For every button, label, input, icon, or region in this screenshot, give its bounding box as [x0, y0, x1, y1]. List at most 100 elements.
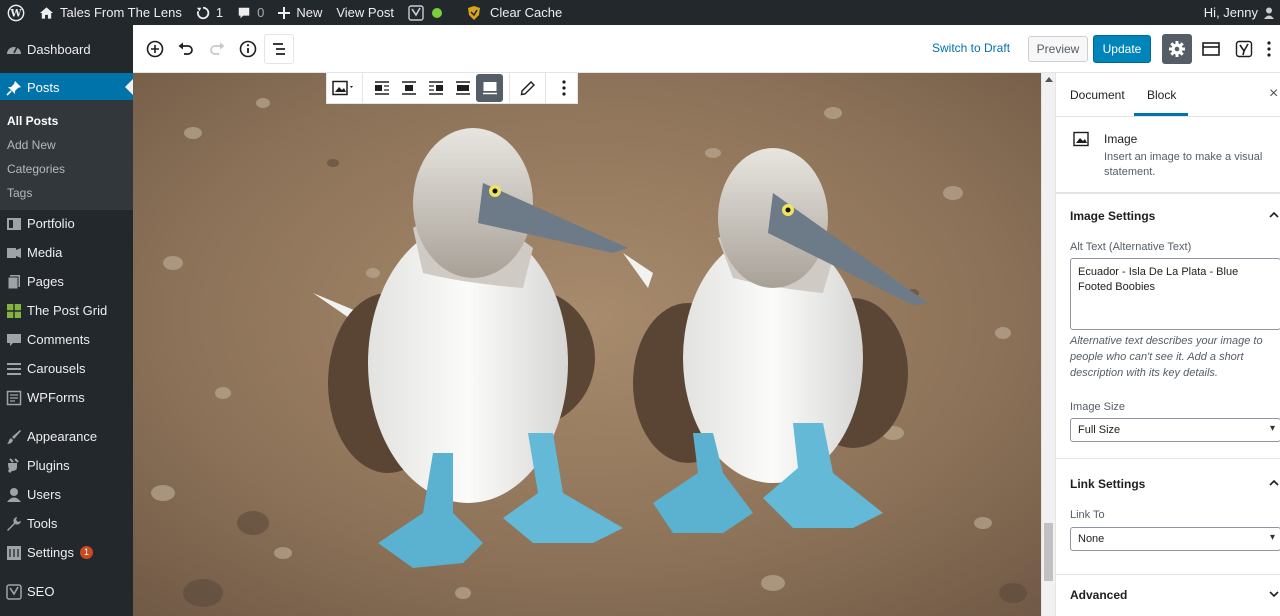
undo-icon	[178, 42, 193, 55]
svg-text:W: W	[9, 8, 22, 19]
block-card-description: Insert an image to make a visual stateme…	[1104, 151, 1263, 178]
align-right-button[interactable]	[422, 74, 449, 102]
content-info-button[interactable]	[234, 35, 262, 63]
align-center-icon	[401, 81, 416, 95]
link-to-label: Link To	[1070, 509, 1105, 521]
scroll-thumb[interactable]	[1044, 523, 1053, 581]
align-center-button[interactable]	[396, 74, 423, 102]
tab-block[interactable]: Block	[1147, 88, 1176, 102]
yoast-seo-button[interactable]	[1230, 35, 1258, 63]
wrench-icon	[5, 515, 23, 533]
link-settings-toggle[interactable]: Link Settings	[1070, 477, 1145, 491]
sidebar-item-wpforms[interactable]: WPForms	[0, 383, 133, 412]
home-icon	[39, 6, 54, 19]
carousel-icon	[5, 360, 23, 378]
sidebar-item-seo[interactable]: SEO	[0, 577, 133, 606]
sidebar-item-tools[interactable]: Tools	[0, 509, 133, 538]
more-tools-button[interactable]	[1260, 35, 1278, 63]
image-block[interactable]	[133, 73, 1041, 616]
undo-button[interactable]	[172, 35, 200, 63]
sidebar-item-comments[interactable]: Comments	[0, 325, 133, 354]
info-icon	[239, 40, 257, 58]
wide-width-button[interactable]	[449, 74, 476, 102]
switch-to-draft-button[interactable]: Switch to Draft	[932, 41, 1010, 55]
image-size-select[interactable]: Full Size	[1070, 418, 1280, 442]
link-to-select[interactable]: None	[1070, 527, 1280, 551]
scroll-up-arrow-icon[interactable]	[1045, 77, 1053, 82]
sidebar-item-plugins[interactable]: Plugins	[0, 451, 133, 480]
image-size-label: Image Size	[1070, 401, 1126, 413]
view-post-link[interactable]: View Post	[329, 0, 401, 25]
new-content-link[interactable]: New	[271, 0, 329, 25]
outline-list-icon	[273, 43, 285, 55]
more-options-button[interactable]	[550, 74, 577, 102]
sidebar-item-settings[interactable]: Settings 1	[0, 538, 133, 567]
media-icon	[5, 244, 23, 262]
add-block-button[interactable]	[141, 35, 169, 63]
alt-text-help: Alternative text describes your image to…	[1070, 335, 1263, 379]
comments-link[interactable]: 0	[230, 0, 271, 25]
sidebar-label-comments: Comments	[27, 332, 90, 347]
sidebar-item-dashboard[interactable]: Dashboard	[0, 35, 133, 64]
advanced-panel: Advanced	[1056, 575, 1280, 616]
sidebar-label-wpforms: WPForms	[27, 390, 85, 405]
sidebar-item-posts[interactable]: Posts	[0, 73, 133, 102]
submenu-all-posts[interactable]: All Posts	[7, 114, 58, 128]
block-card: Image Insert an image to make a visual s…	[1056, 117, 1280, 193]
my-account-link[interactable]: Hi, Jenny	[1197, 0, 1276, 25]
chevron-up-icon[interactable]	[1269, 478, 1279, 488]
sidebar-item-portfolio[interactable]: Portfolio	[0, 209, 133, 238]
alt-text-input[interactable]: Ecuador - Isla De La Plata - Blue Footed…	[1070, 258, 1280, 330]
submenu-categories[interactable]: Categories	[7, 162, 65, 176]
submenu-add-new[interactable]: Add New	[7, 138, 56, 152]
update-button[interactable]: Update	[1093, 35, 1151, 63]
editor-header-toolbar: Switch to Draft Preview Update	[133, 25, 1280, 73]
sidebar-item-pages[interactable]: Pages	[0, 267, 133, 296]
image-settings-toggle[interactable]: Image Settings	[1070, 209, 1155, 223]
clear-cache-link[interactable]: Clear Cache	[449, 0, 569, 25]
tab-document[interactable]: Document	[1070, 88, 1125, 102]
sidebar-item-media[interactable]: Media	[0, 238, 133, 267]
settings-toggle-button[interactable]	[1162, 34, 1192, 64]
updates-link[interactable]: 1	[189, 0, 230, 25]
chevron-up-icon[interactable]	[1269, 210, 1279, 220]
pages-icon	[5, 273, 23, 291]
yoast-seo-icon	[5, 583, 23, 601]
block-navigation-button[interactable]	[264, 34, 294, 64]
full-width-button[interactable]	[476, 74, 504, 102]
sidebar-tabs: Document Block ×	[1056, 73, 1280, 117]
sidebar-label-plugins: Plugins	[27, 458, 70, 473]
sidebar-item-users[interactable]: Users	[0, 480, 133, 509]
plus-icon	[278, 6, 291, 19]
edit-image-button[interactable]	[514, 74, 541, 102]
close-sidebar-button[interactable]: ×	[1269, 85, 1278, 103]
boobies-photo	[133, 73, 1041, 616]
image-settings-panel: Image Settings Alt Text (Alternative Tex…	[1056, 193, 1280, 459]
sidebar-label-posts: Posts	[27, 80, 60, 95]
clear-cache-label: Clear Cache	[489, 5, 563, 20]
advanced-toggle[interactable]: Advanced	[1070, 588, 1127, 602]
block-card-title: Image	[1104, 132, 1138, 146]
fullscreen-toggle-button[interactable]	[1197, 35, 1225, 63]
sidebar-item-appearance[interactable]: Appearance	[0, 422, 133, 451]
layout-icon	[1202, 42, 1220, 56]
alt-text-label: Alt Text (Alternative Text)	[1070, 241, 1192, 253]
change-block-type-button[interactable]	[327, 74, 362, 102]
portfolio-icon	[5, 215, 23, 233]
wordpress-logo-icon[interactable]: W	[0, 0, 32, 25]
sidebar-item-carousels[interactable]: Carousels	[0, 354, 133, 383]
align-left-button[interactable]	[369, 74, 396, 102]
redo-button[interactable]	[203, 35, 231, 63]
submenu-tags[interactable]: Tags	[7, 186, 32, 200]
sidebar-item-post-grid[interactable]: The Post Grid	[0, 296, 133, 325]
editor-scrollbar[interactable]	[1041, 73, 1055, 616]
active-tab-indicator	[1134, 113, 1188, 116]
align-left-icon	[375, 81, 390, 95]
yoast-link[interactable]	[401, 0, 449, 25]
site-name-link[interactable]: Tales From The Lens	[32, 0, 189, 25]
gear-icon	[1169, 41, 1185, 57]
chevron-down-icon[interactable]	[1269, 589, 1279, 599]
preview-button[interactable]: Preview	[1028, 36, 1088, 62]
comments-count: 0	[257, 5, 265, 20]
paintbrush-icon	[5, 428, 23, 446]
